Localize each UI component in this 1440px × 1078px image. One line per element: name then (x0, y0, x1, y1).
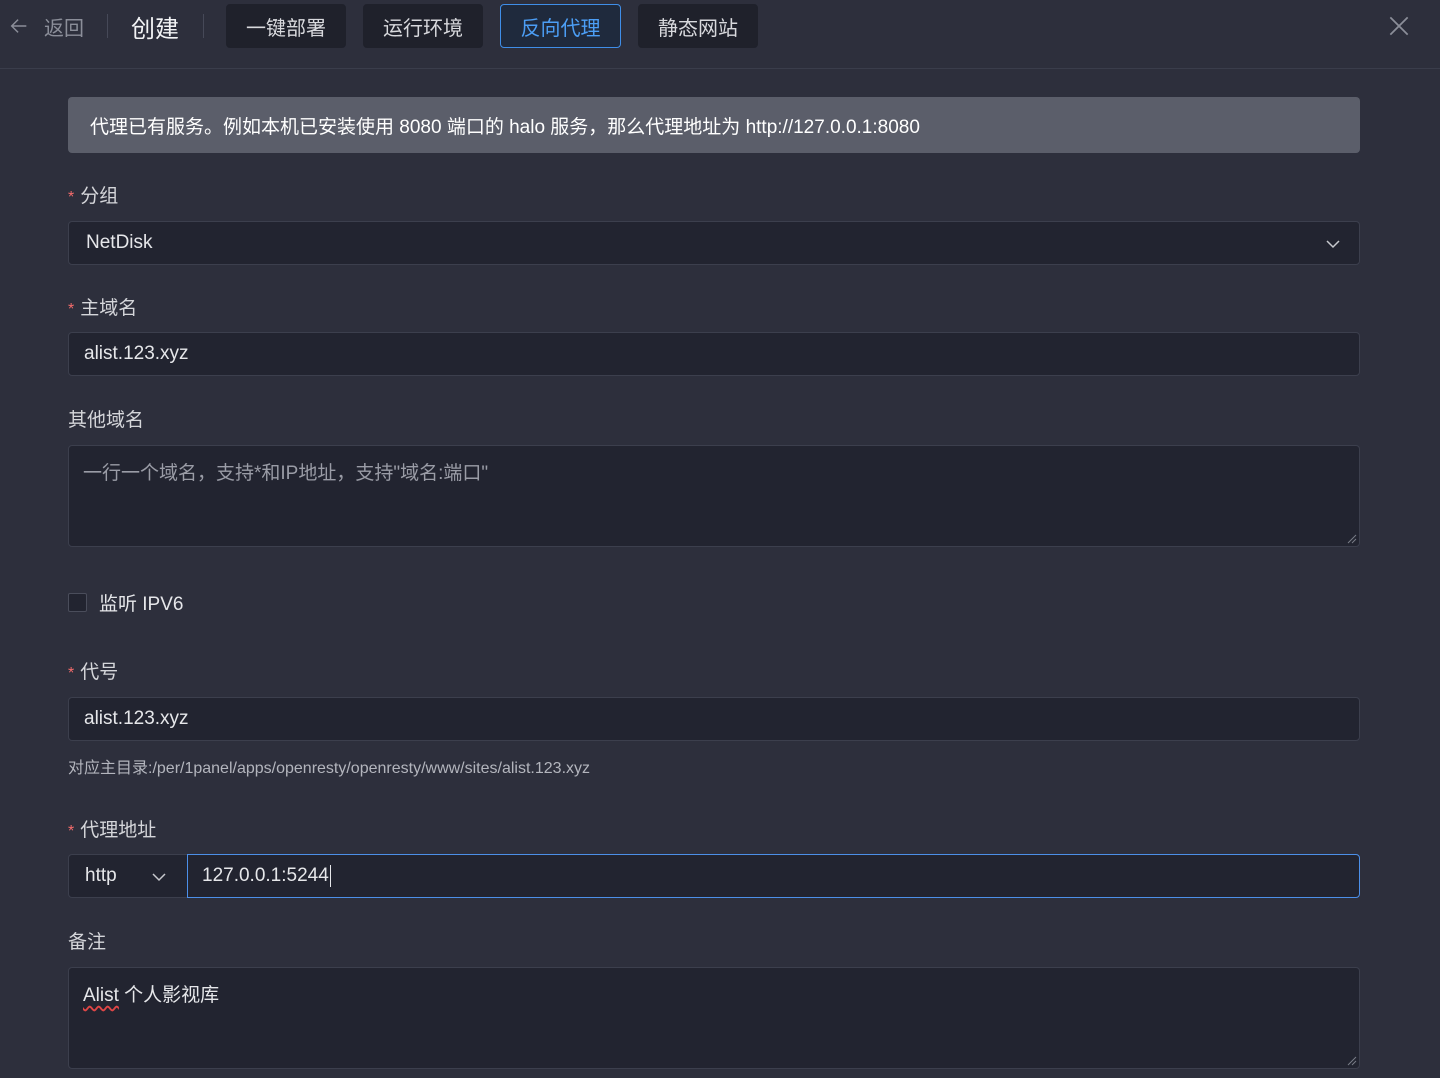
text-caret (329, 865, 331, 887)
ipv6-checkbox[interactable] (68, 593, 87, 612)
proxy-address-input[interactable]: 127.0.0.1:5244 (187, 854, 1360, 898)
back-label: 返回 (44, 17, 84, 40)
remark-textarea[interactable]: Alist 个人影视库 (68, 967, 1360, 1069)
other-domains-label: 其他域名 (68, 410, 145, 431)
alias-hint: 对应主目录:/per/1panel/apps/openresty/openres… (68, 760, 591, 777)
required-mark: * (68, 189, 75, 206)
info-alert: 代理已有服务。例如本机已安装使用 8080 端口的 halo 服务，那么代理地址… (68, 97, 1360, 153)
resize-handle-icon[interactable] (1345, 532, 1357, 544)
tab-runtime[interactable]: 运行环境 (363, 4, 483, 48)
other-domains-textarea[interactable]: 一行一个域名，支持*和IP地址，支持"域名:端口" (68, 445, 1360, 547)
header-bar: 返回 创建 一键部署 运行环境 反向代理 静态网站 (0, 0, 1440, 69)
header-divider (203, 14, 204, 38)
tab-static-site[interactable]: 静态网站 (638, 4, 758, 48)
header-divider (107, 14, 108, 38)
resize-handle-icon[interactable] (1345, 1054, 1357, 1066)
tab-one-click-deploy[interactable]: 一键部署 (226, 4, 346, 48)
ipv6-label: 监听 IPV6 (99, 594, 184, 615)
ipv6-checkbox-row[interactable]: 监听 IPV6 (68, 589, 183, 616)
back-button[interactable]: 返回 (8, 12, 84, 40)
group-label: * 分组 (68, 186, 119, 207)
primary-domain-label: * 主域名 (68, 298, 138, 319)
chevron-down-icon (1326, 240, 1340, 249)
chevron-down-icon (152, 873, 166, 882)
other-domains-placeholder: 一行一个域名，支持*和IP地址，支持"域名:端口" (83, 463, 489, 484)
proxy-label: * 代理地址 (68, 820, 157, 841)
primary-domain-input[interactable]: alist.123.xyz (68, 332, 1360, 376)
group-select[interactable]: NetDisk (68, 221, 1360, 265)
required-mark: * (68, 301, 75, 318)
alias-input[interactable]: alist.123.xyz (68, 697, 1360, 741)
group-select-value: NetDisk (86, 232, 153, 253)
protocol-value: http (85, 865, 117, 886)
close-icon[interactable] (1386, 13, 1412, 39)
required-mark: * (68, 823, 75, 840)
alias-label: * 代号 (68, 662, 119, 683)
arrow-left-icon (10, 19, 27, 33)
remark-label: 备注 (68, 932, 107, 953)
protocol-select[interactable]: http (68, 854, 187, 898)
required-mark: * (68, 665, 75, 682)
page-title: 创建 (131, 16, 179, 43)
alert-text: 代理已有服务。例如本机已安装使用 8080 端口的 halo 服务，那么代理地址… (90, 116, 920, 138)
tab-reverse-proxy[interactable]: 反向代理 (500, 4, 621, 48)
spellcheck-word: Alist (83, 985, 119, 1006)
